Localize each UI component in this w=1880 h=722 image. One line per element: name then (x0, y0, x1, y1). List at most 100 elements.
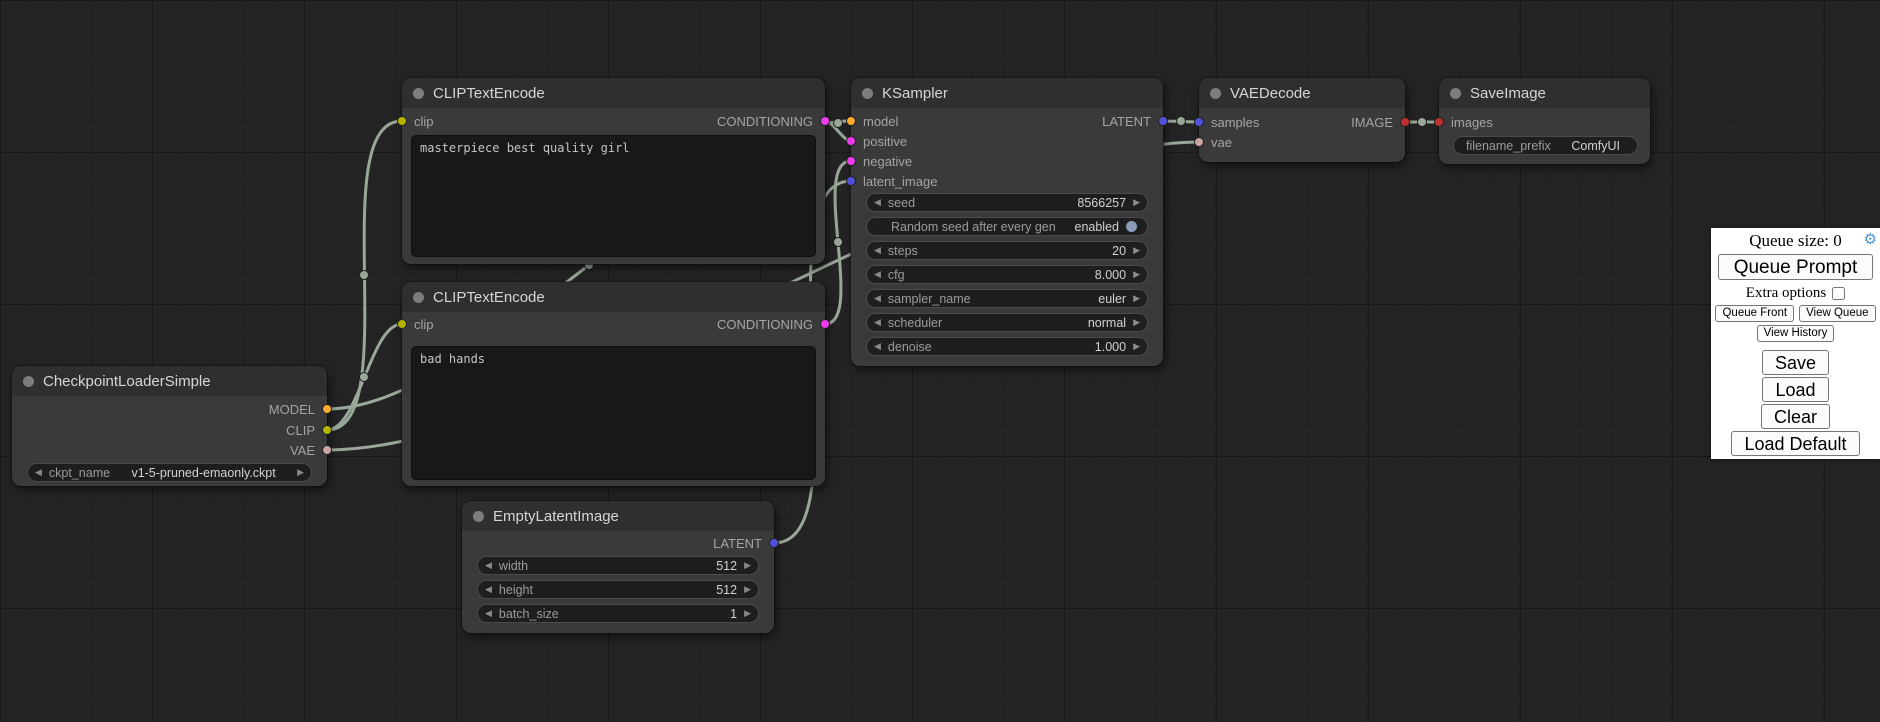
extra-options-label: Extra options (1746, 285, 1826, 302)
node-empty-latent-image[interactable]: EmptyLatentImage LATENT ◀ width 512 ▶ ◀ … (462, 501, 774, 633)
collapse-dot-icon[interactable] (23, 376, 34, 387)
clear-button[interactable]: Clear (1761, 404, 1830, 429)
decrement-arrow-icon[interactable]: ◀ (485, 609, 492, 618)
increment-arrow-icon[interactable]: ▶ (744, 585, 751, 594)
node-title-bar[interactable]: KSampler (851, 78, 1163, 108)
increment-arrow-icon[interactable]: ▶ (1133, 246, 1140, 255)
widget-value: normal (1088, 316, 1126, 330)
node-vae-decode[interactable]: VAEDecode samples IMAGE vae (1199, 78, 1405, 162)
node-save-image[interactable]: SaveImage images filename_prefix ComfyUI (1439, 78, 1650, 164)
widget-label: denoise (888, 340, 932, 354)
extra-options-checkbox[interactable] (1832, 287, 1845, 300)
widget-value: 1 (730, 607, 737, 621)
steps-widget[interactable]: ◀ steps 20 ▶ (866, 241, 1148, 260)
widget-value: 512 (716, 583, 737, 597)
latent-output-port[interactable] (1158, 116, 1168, 126)
conditioning-output-port[interactable] (820, 116, 830, 126)
graph-canvas[interactable]: CheckpointLoaderSimple MODEL CLIP VAE ◀ … (0, 0, 1880, 722)
node-clip-text-encode-negative[interactable]: CLIPTextEncode clip CONDITIONING bad han… (402, 282, 825, 486)
positive-input-port[interactable] (846, 136, 856, 146)
conditioning-output-port[interactable] (820, 319, 830, 329)
samples-input-port[interactable] (1194, 117, 1204, 127)
node-title: KSampler (882, 85, 948, 102)
input-label: negative (863, 154, 912, 169)
height-widget[interactable]: ◀ height 512 ▶ (477, 580, 759, 599)
increment-arrow-icon[interactable]: ▶ (744, 609, 751, 618)
input-label: model (863, 114, 898, 129)
gear-icon[interactable]: ⚙ (1864, 230, 1877, 249)
node-title-bar[interactable]: EmptyLatentImage (462, 501, 774, 531)
clip-output-port[interactable] (322, 425, 332, 435)
batch-size-widget[interactable]: ◀ batch_size 1 ▶ (477, 604, 759, 623)
ckpt-name-widget[interactable]: ◀ ckpt_name v1-5-pruned-emaonly.ckpt ▶ (27, 463, 312, 482)
positive-prompt-textarea[interactable]: masterpiece best quality girl (411, 135, 816, 257)
increment-arrow-icon[interactable]: ▶ (1133, 294, 1140, 303)
increment-arrow-icon[interactable]: ▶ (297, 468, 304, 477)
link-dot (834, 119, 843, 128)
output-row: CLIP (12, 420, 327, 440)
widget-label: sampler_name (888, 292, 971, 306)
node-ksampler[interactable]: KSampler model LATENT positive negative … (851, 78, 1163, 366)
decrement-arrow-icon[interactable]: ◀ (874, 342, 881, 351)
node-clip-text-encode-positive[interactable]: CLIPTextEncode clip CONDITIONING masterp… (402, 78, 825, 264)
save-button[interactable]: Save (1762, 350, 1829, 375)
random-seed-toggle-widget[interactable]: Random seed after every gen enabled (866, 217, 1148, 236)
filename-prefix-widget[interactable]: filename_prefix ComfyUI (1453, 136, 1638, 155)
load-button[interactable]: Load (1762, 377, 1828, 402)
output-label: LATENT (1102, 114, 1151, 129)
collapse-dot-icon[interactable] (862, 88, 873, 99)
increment-arrow-icon[interactable]: ▶ (1133, 342, 1140, 351)
clip-input-port[interactable] (397, 116, 407, 126)
denoise-widget[interactable]: ◀ denoise 1.000 ▶ (866, 337, 1148, 356)
slot-row: model LATENT (851, 111, 1163, 131)
increment-arrow-icon[interactable]: ▶ (1133, 318, 1140, 327)
collapse-dot-icon[interactable] (1210, 88, 1221, 99)
queue-front-button[interactable]: Queue Front (1715, 305, 1794, 322)
vae-input-port[interactable] (1194, 137, 1204, 147)
seed-widget[interactable]: ◀ seed 8566257 ▶ (866, 193, 1148, 212)
node-title: VAEDecode (1230, 85, 1311, 102)
model-output-port[interactable] (322, 404, 332, 414)
collapse-dot-icon[interactable] (1450, 88, 1461, 99)
negative-prompt-textarea[interactable]: bad hands (411, 346, 816, 480)
toggle-dot-icon[interactable] (1126, 221, 1137, 232)
slot-row: samples IMAGE (1199, 112, 1405, 132)
decrement-arrow-icon[interactable]: ◀ (485, 561, 492, 570)
node-checkpoint-loader[interactable]: CheckpointLoaderSimple MODEL CLIP VAE ◀ … (12, 366, 327, 486)
scheduler-widget[interactable]: ◀ scheduler normal ▶ (866, 313, 1148, 332)
vae-output-port[interactable] (322, 445, 332, 455)
collapse-dot-icon[interactable] (473, 511, 484, 522)
decrement-arrow-icon[interactable]: ◀ (874, 270, 881, 279)
queue-prompt-button[interactable]: Queue Prompt (1718, 254, 1873, 280)
images-input-port[interactable] (1434, 117, 1444, 127)
view-queue-button[interactable]: View Queue (1799, 305, 1875, 322)
clip-input-port[interactable] (397, 319, 407, 329)
load-default-button[interactable]: Load Default (1731, 431, 1859, 456)
negative-input-port[interactable] (846, 156, 856, 166)
decrement-arrow-icon[interactable]: ◀ (485, 585, 492, 594)
view-history-button[interactable]: View History (1757, 325, 1835, 342)
collapse-dot-icon[interactable] (413, 292, 424, 303)
model-input-port[interactable] (846, 116, 856, 126)
decrement-arrow-icon[interactable]: ◀ (35, 468, 42, 477)
node-title-bar[interactable]: SaveImage (1439, 78, 1650, 108)
latent-image-input-port[interactable] (846, 176, 856, 186)
decrement-arrow-icon[interactable]: ◀ (874, 318, 881, 327)
decrement-arrow-icon[interactable]: ◀ (874, 294, 881, 303)
latent-output-port[interactable] (769, 538, 779, 548)
collapse-dot-icon[interactable] (413, 88, 424, 99)
decrement-arrow-icon[interactable]: ◀ (874, 198, 881, 207)
increment-arrow-icon[interactable]: ▶ (744, 561, 751, 570)
sampler-name-widget[interactable]: ◀ sampler_name euler ▶ (866, 289, 1148, 308)
node-title-bar[interactable]: CheckpointLoaderSimple (12, 366, 327, 396)
cfg-widget[interactable]: ◀ cfg 8.000 ▶ (866, 265, 1148, 284)
decrement-arrow-icon[interactable]: ◀ (874, 246, 881, 255)
image-output-port[interactable] (1400, 117, 1410, 127)
width-widget[interactable]: ◀ width 512 ▶ (477, 556, 759, 575)
node-title-bar[interactable]: CLIPTextEncode (402, 282, 825, 312)
node-title-bar[interactable]: CLIPTextEncode (402, 78, 825, 108)
increment-arrow-icon[interactable]: ▶ (1133, 270, 1140, 279)
node-title-bar[interactable]: VAEDecode (1199, 78, 1405, 108)
increment-arrow-icon[interactable]: ▶ (1133, 198, 1140, 207)
output-label: CONDITIONING (717, 317, 813, 332)
